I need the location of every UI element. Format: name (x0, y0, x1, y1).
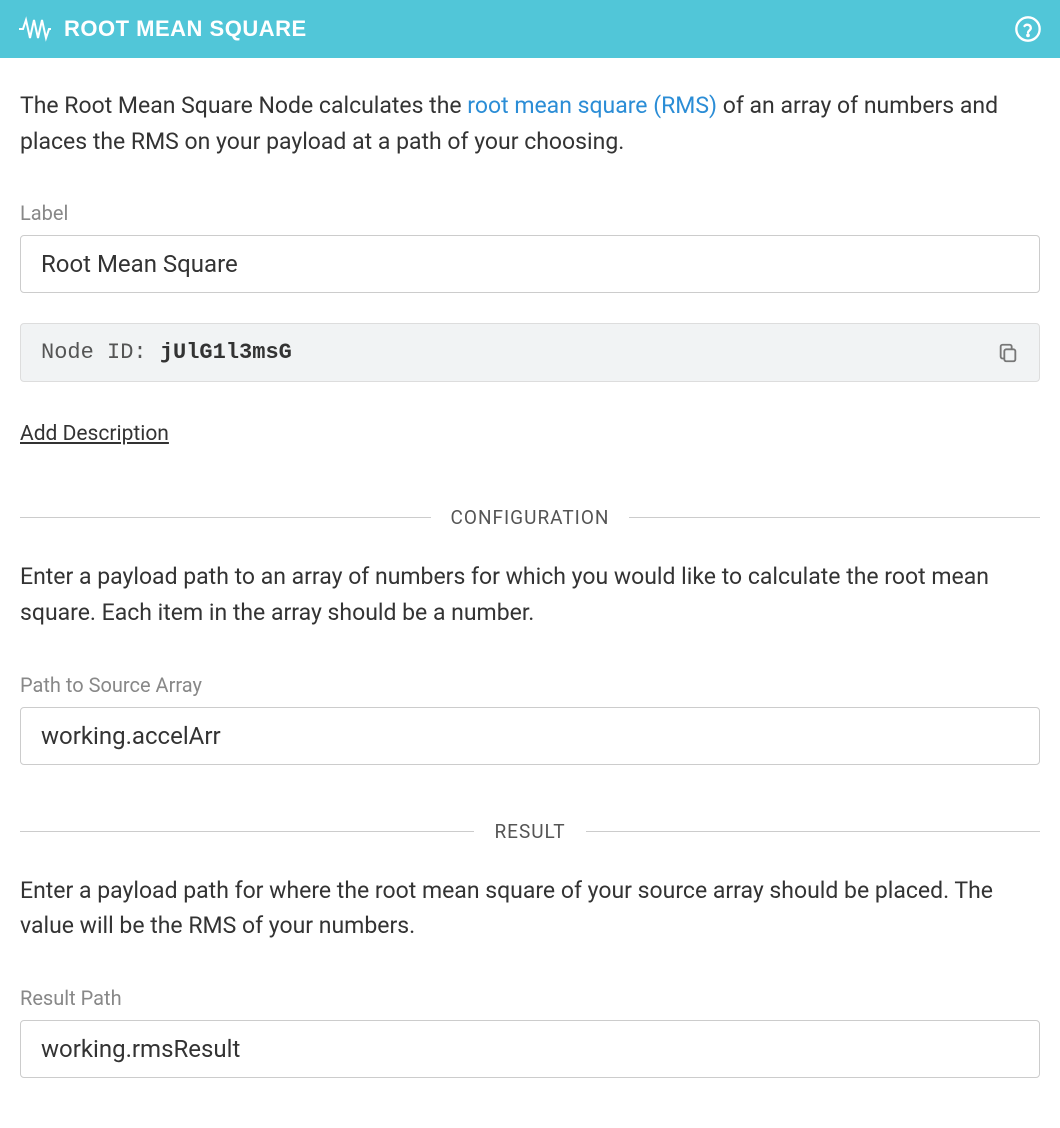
source-array-label: Path to Source Array (20, 673, 1040, 697)
result-divider: RESULT (20, 820, 1040, 843)
copy-icon[interactable] (997, 342, 1019, 364)
rms-link[interactable]: root mean square (RMS) (467, 92, 717, 119)
panel-header: ROOT MEAN SQUARE (0, 0, 1060, 58)
panel-content: The Root Mean Square Node calculates the… (0, 58, 1060, 1128)
configuration-divider: CONFIGURATION (20, 506, 1040, 529)
source-array-input[interactable] (20, 707, 1040, 765)
result-title: RESULT (474, 820, 585, 843)
result-path-label: Result Path (20, 986, 1040, 1010)
result-path-field-group: Result Path (20, 986, 1040, 1078)
header-left: ROOT MEAN SQUARE (18, 16, 307, 42)
intro-text-before: The Root Mean Square Node calculates the (20, 92, 467, 119)
label-field-label: Label (20, 201, 1040, 225)
label-input[interactable] (20, 235, 1040, 293)
source-array-field-group: Path to Source Array (20, 673, 1040, 765)
label-field-group: Label (20, 201, 1040, 293)
result-path-input[interactable] (20, 1020, 1040, 1078)
configuration-description: Enter a payload path to an array of numb… (20, 559, 1040, 630)
node-id-box: Node ID: jUlG1l3msG (20, 323, 1040, 382)
node-id-text: Node ID: jUlG1l3msG (41, 340, 292, 365)
waveform-icon (18, 16, 52, 42)
help-icon[interactable] (1014, 15, 1042, 43)
node-id-value: jUlG1l3msG (160, 340, 292, 365)
header-title: ROOT MEAN SQUARE (64, 16, 307, 42)
add-description-link[interactable]: Add Description (20, 422, 169, 446)
intro-text: The Root Mean Square Node calculates the… (20, 88, 1040, 159)
result-description: Enter a payload path for where the root … (20, 873, 1040, 944)
node-id-label: Node ID: (41, 340, 160, 365)
configuration-title: CONFIGURATION (431, 506, 630, 529)
